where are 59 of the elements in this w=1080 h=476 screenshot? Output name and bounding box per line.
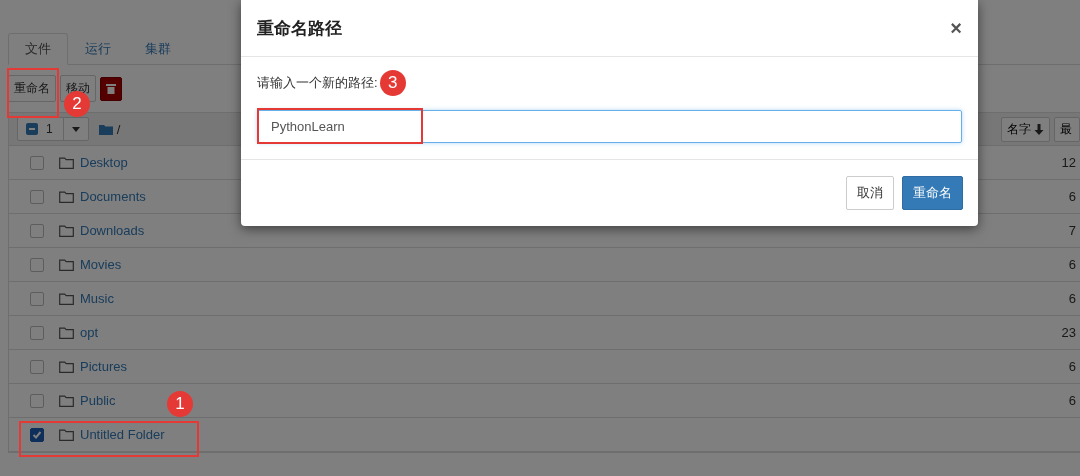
folder-link[interactable]: opt	[80, 325, 99, 340]
folder-link[interactable]: Documents	[80, 189, 146, 204]
folder-link[interactable]: Untitled Folder	[80, 427, 165, 442]
sort-button[interactable]: 名字	[1001, 116, 1050, 142]
step-number: 3	[379, 70, 406, 96]
step-number: 1	[167, 391, 193, 417]
folder-link[interactable]: Movies	[80, 257, 122, 272]
partial-checkbox-icon	[26, 123, 38, 135]
folder-icon	[98, 123, 113, 135]
folder-icon	[59, 326, 74, 339]
checkbox[interactable]	[30, 257, 44, 272]
folder-icon	[59, 156, 74, 169]
checkbox[interactable]	[30, 291, 44, 306]
table-cell: 6	[1068, 257, 1076, 272]
selection-dropdown[interactable]: 1	[17, 117, 89, 141]
table-cell: 6	[1068, 189, 1076, 204]
rename-confirm-button[interactable]: 重命名	[902, 176, 963, 210]
folder-icon	[59, 190, 74, 203]
folder-icon	[59, 360, 74, 373]
dialog-title: 重命名路径	[257, 17, 342, 40]
table-cell: 7	[1068, 223, 1076, 238]
close-button[interactable]: ×	[950, 16, 962, 40]
folder-icon	[59, 292, 74, 305]
table-cell: 23	[1061, 325, 1076, 340]
breadcrumb[interactable]: /	[116, 121, 121, 137]
checkbox[interactable]	[30, 189, 44, 204]
table-cell: 6	[1068, 393, 1076, 408]
selected-count: 1	[46, 122, 54, 136]
cancel-button[interactable]: 取消	[846, 176, 894, 210]
rename-button[interactable]: 重命名	[8, 75, 56, 102]
caret-icon	[71, 126, 80, 132]
checkbox[interactable]	[30, 155, 44, 170]
checkbox[interactable]	[30, 325, 44, 340]
table-cell: 6	[1068, 359, 1076, 374]
delete-button[interactable]	[100, 76, 122, 101]
checkbox[interactable]	[30, 393, 44, 408]
folder-link[interactable]: Public	[80, 393, 116, 408]
table-cell: 6	[1068, 291, 1076, 306]
path-input-field[interactable]: PythonLearn	[257, 110, 962, 143]
folder-icon	[59, 258, 74, 271]
folder-link[interactable]: Music	[80, 291, 114, 306]
field-label: 请输入一个新的路径:	[257, 74, 378, 92]
folder-icon	[59, 428, 74, 441]
folder-link[interactable]: Pictures	[80, 359, 127, 374]
checkbox[interactable]	[30, 359, 44, 374]
folder-link[interactable]: Downloads	[80, 223, 145, 238]
tab[interactable]: 运行	[68, 33, 128, 65]
tab[interactable]: 集群	[128, 33, 188, 65]
trash-icon	[106, 83, 116, 94]
checkbox[interactable]	[30, 427, 44, 442]
folder-icon	[59, 394, 74, 407]
tab[interactable]: 文件	[8, 33, 68, 65]
highlight-frame	[7, 68, 59, 118]
arrow-down-icon	[1034, 123, 1044, 135]
folder-icon	[59, 224, 74, 237]
sort-button[interactable]: 最	[1054, 116, 1080, 142]
folder-link[interactable]: Desktop	[80, 155, 128, 170]
checkbox[interactable]	[30, 223, 44, 238]
table-cell: 12	[1061, 155, 1076, 170]
